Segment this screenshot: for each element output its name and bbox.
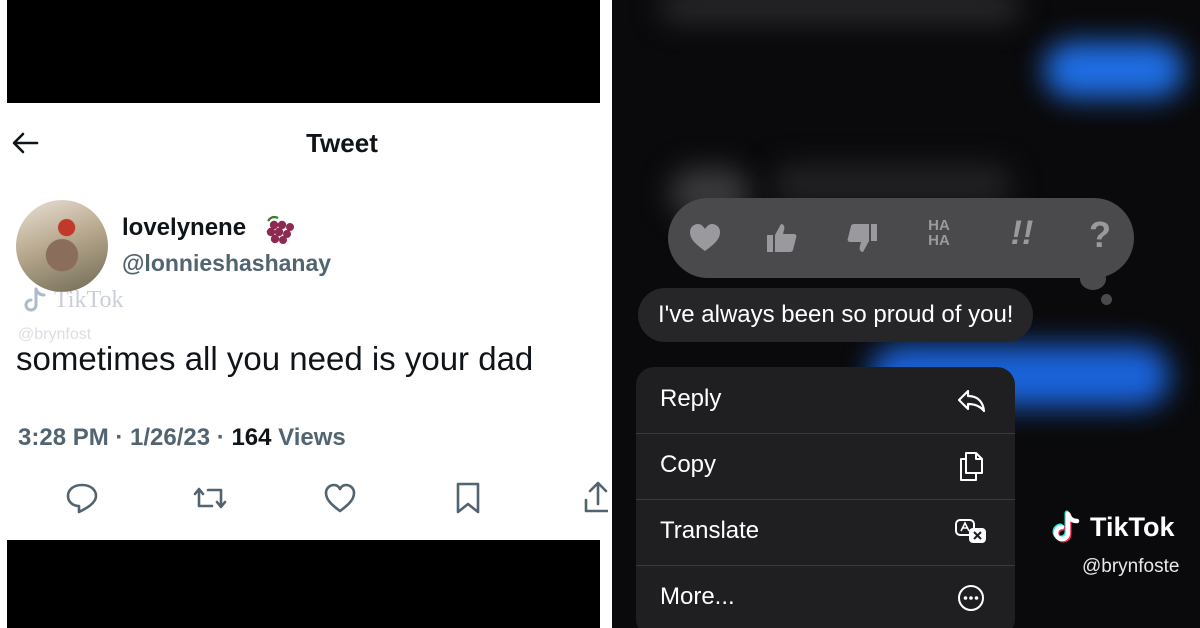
question-text: ? (1089, 214, 1111, 255)
views-count: 164 (231, 424, 272, 451)
reaction-bar-tail (1080, 268, 1106, 290)
heart-icon[interactable] (685, 218, 725, 258)
author-handle[interactable]: @lonnieshashanay (122, 250, 331, 277)
translate-icon (955, 519, 986, 543)
haha-icon[interactable]: HA HA (919, 218, 959, 258)
tapback-reaction-bar (668, 198, 1134, 278)
tiktok-watermark-text: TikTok (54, 286, 124, 313)
share-icon[interactable] (578, 478, 608, 518)
menu-item-more[interactable]: More... (636, 565, 1015, 628)
tiktok-handle: @brynfoste (1082, 556, 1180, 577)
message-context-menu: Reply Copy Translate More... (636, 367, 1015, 628)
avatar[interactable] (16, 200, 108, 292)
tweet-text: sometimes all you need is your dad (16, 340, 534, 377)
thumbs-up-icon[interactable] (762, 218, 802, 258)
tiktok-watermark: TikTok (22, 286, 123, 314)
menu-item-label: More... (660, 583, 735, 610)
page-title: Tweet (306, 128, 378, 158)
question-icon[interactable]: ? (1080, 214, 1120, 255)
tiktok-note-icon (24, 287, 46, 312)
menu-item-translate[interactable]: Translate (636, 499, 1015, 566)
blurred-sent-message (1044, 42, 1184, 98)
reply-arrow-icon (957, 389, 986, 413)
tiktok-watermark: TikTok (1052, 510, 1175, 544)
meta-separator: · (210, 424, 232, 451)
menu-item-reply[interactable]: Reply (636, 367, 1015, 434)
views-label[interactable]: Views (278, 424, 346, 451)
copy-icon (960, 452, 983, 481)
haha-text: HA HA (928, 217, 950, 249)
message-bubble[interactable]: I've always been so proud of you! (638, 288, 1034, 342)
meta-separator: · (108, 424, 131, 451)
tweet-panel: Tweet lovelynene @lonnieshashanay TikTok… (0, 0, 608, 628)
blurred-message (660, 0, 1020, 22)
like-icon[interactable] (320, 478, 360, 518)
imessage-panel: HA HA !! ? I've always been so proud of … (612, 0, 1200, 628)
menu-item-copy[interactable]: Copy (636, 433, 1015, 500)
exclamation-icon[interactable]: !! (1002, 214, 1042, 254)
grapes-emoji-icon (266, 215, 294, 244)
menu-item-label: Copy (660, 451, 717, 478)
retweet-icon[interactable] (190, 478, 230, 518)
tweet-date[interactable]: 1/26/23 (130, 424, 210, 451)
tweet-meta: 3:28 PM · 1/26/23 · 164 Views (18, 424, 346, 452)
menu-item-label: Reply (660, 385, 722, 412)
author-display-name[interactable]: lovelynene (122, 214, 246, 242)
tweet-time: 3:28 PM (18, 424, 109, 451)
letterbox-bottom (7, 540, 600, 628)
letterbox-top (7, 0, 600, 103)
reply-icon[interactable] (62, 478, 102, 518)
more-icon (958, 585, 984, 611)
exclamation-text: !! (1010, 214, 1034, 252)
menu-item-label: Translate (660, 517, 760, 544)
reaction-bar-tail-dot (1101, 294, 1112, 305)
tiktok-logo-icon (1052, 510, 1080, 543)
thumbs-down-icon[interactable] (842, 218, 882, 258)
bookmark-icon[interactable] (448, 478, 488, 518)
tiktok-brand-text: TikTok (1090, 511, 1175, 542)
